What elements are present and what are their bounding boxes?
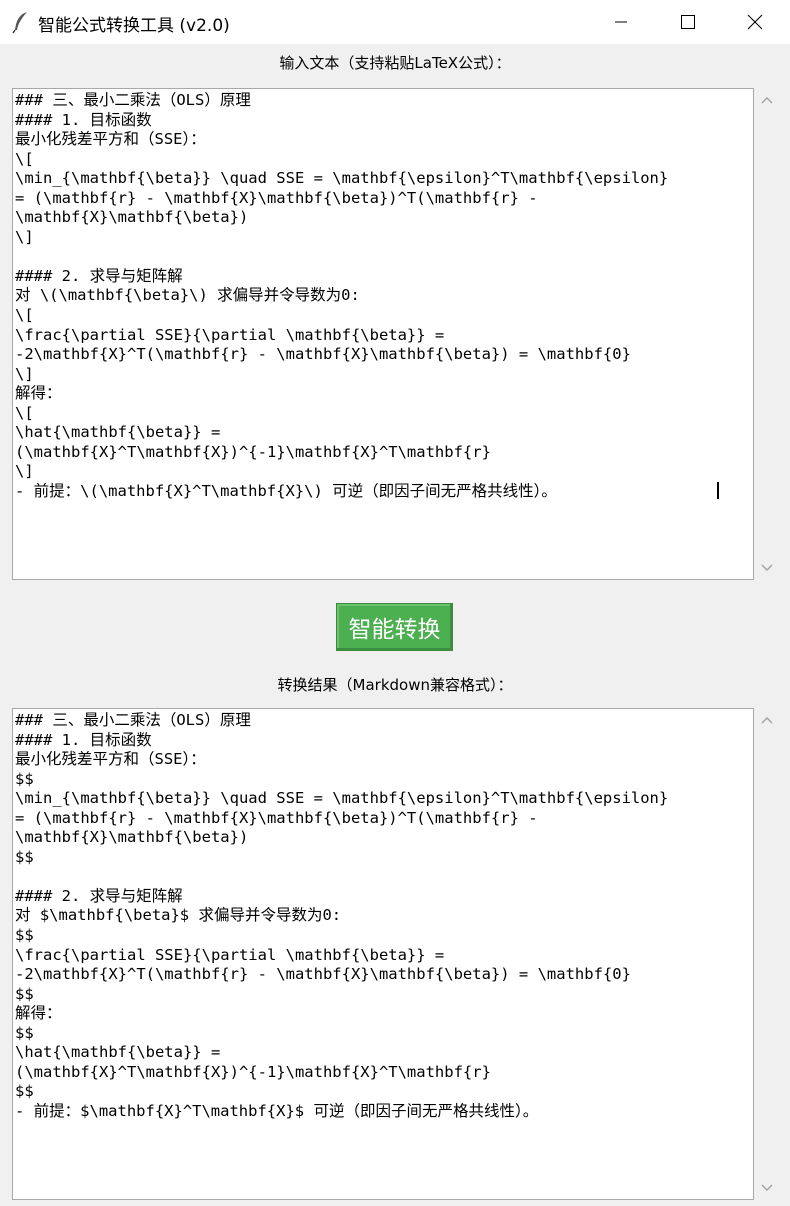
input-scrollbar[interactable]: [754, 88, 780, 580]
feather-icon: [10, 10, 32, 34]
output-textarea[interactable]: ### 三、最小二乘法（OLS）原理 #### 1. 目标函数 最小化残差平方和…: [12, 708, 754, 1200]
output-scrollbar[interactable]: [754, 708, 780, 1200]
scroll-up-icon[interactable]: [754, 90, 780, 110]
close-icon: [747, 14, 763, 30]
input-label: 输入文本（支持粘贴LaTeX公式）：: [279, 54, 511, 72]
minimize-icon: [615, 21, 627, 23]
scroll-up-icon[interactable]: [754, 710, 780, 730]
scroll-down-icon[interactable]: [754, 558, 780, 578]
text-cursor: [717, 482, 719, 499]
close-button[interactable]: [722, 0, 788, 44]
scroll-down-icon[interactable]: [754, 1178, 780, 1198]
minimize-button[interactable]: [588, 0, 654, 44]
maximize-icon: [681, 15, 695, 29]
input-textarea[interactable]: ### 三、最小二乘法（OLS）原理 #### 1. 目标函数 最小化残差平方和…: [12, 88, 754, 580]
title-bar: 智能公式转换工具 (v2.0): [0, 0, 790, 44]
window-title: 智能公式转换工具 (v2.0): [38, 16, 230, 36]
output-label: 转换结果（Markdown兼容格式）：: [277, 676, 513, 694]
maximize-button[interactable]: [655, 0, 721, 44]
convert-button[interactable]: 智能转换: [336, 603, 453, 651]
